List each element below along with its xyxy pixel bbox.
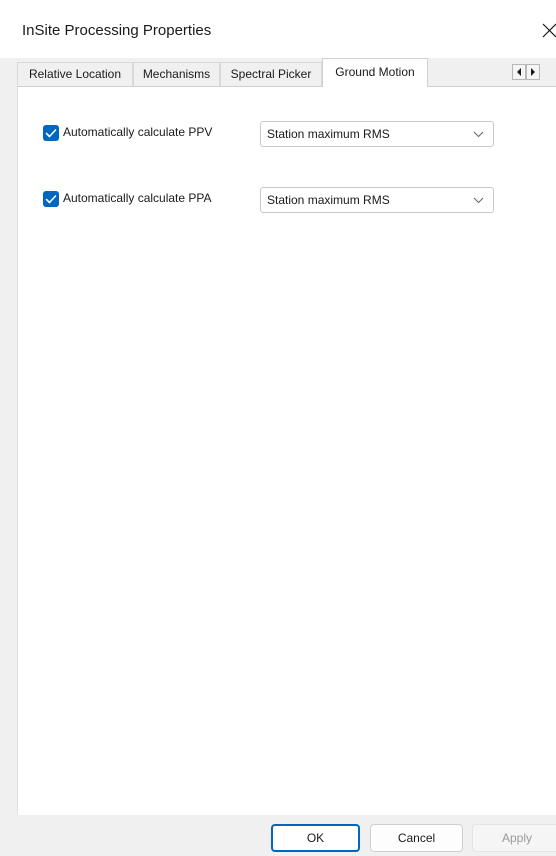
tab-label: Relative Location <box>28 67 122 81</box>
checkmark-icon <box>45 195 57 204</box>
tab-label: Mechanisms <box>142 67 211 81</box>
apply-button[interactable]: Apply <box>472 824 556 852</box>
cancel-button[interactable]: Cancel <box>370 824 463 852</box>
close-icon[interactable] <box>536 16 556 46</box>
ppv-checkbox[interactable] <box>43 125 59 141</box>
tab-label: Spectral Picker <box>230 67 312 81</box>
tab-strip: Relative Location Mechanisms Spectral Pi… <box>17 58 556 87</box>
chevron-down-icon <box>473 131 484 138</box>
ground-motion-panel: Automatically calculate PPV Station maxi… <box>17 86 556 815</box>
ppv-method-dropdown[interactable]: Station maximum RMS <box>260 121 494 147</box>
tab-mechanisms[interactable]: Mechanisms <box>133 62 220 86</box>
ppv-method-value: Station maximum RMS <box>267 127 390 141</box>
ppa-method-value: Station maximum RMS <box>267 193 390 207</box>
tab-label: Ground Motion <box>335 65 415 79</box>
tab-ground-motion[interactable]: Ground Motion <box>322 58 428 87</box>
window-title: InSite Processing Properties <box>22 22 212 39</box>
ppa-checkbox[interactable] <box>43 191 59 207</box>
ppa-label: Automatically calculate PPA <box>63 191 212 205</box>
tab-scroll-right-button[interactable] <box>526 64 540 80</box>
tab-relative-location[interactable]: Relative Location <box>17 62 133 86</box>
properties-dialog: InSite Processing Properties Relative Lo… <box>0 0 556 856</box>
tab-scroll-left-button[interactable] <box>512 64 526 80</box>
arrow-left-icon <box>513 68 525 76</box>
checkmark-icon <box>45 129 57 138</box>
ppa-method-dropdown[interactable]: Station maximum RMS <box>260 187 494 213</box>
ppv-label: Automatically calculate PPV <box>63 125 213 139</box>
arrow-right-icon <box>527 68 539 76</box>
tab-spectral-picker[interactable]: Spectral Picker <box>220 62 322 86</box>
title-bar[interactable]: InSite Processing Properties <box>0 0 556 58</box>
ok-button[interactable]: OK <box>271 824 360 852</box>
ppa-row: Automatically calculate PPA Station maxi… <box>18 187 556 213</box>
chevron-down-icon <box>473 197 484 204</box>
ppv-row: Automatically calculate PPV Station maxi… <box>18 121 556 147</box>
